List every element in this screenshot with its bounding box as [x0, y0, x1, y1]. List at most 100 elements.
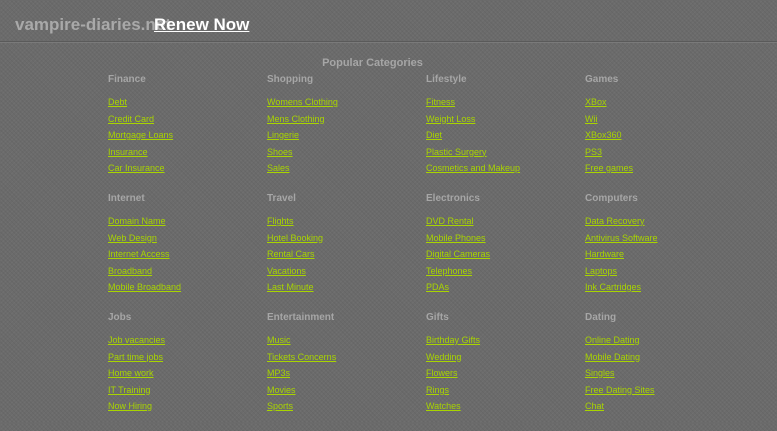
category-link[interactable]: Laptops [585, 266, 617, 276]
category-link[interactable]: Wii [585, 114, 598, 124]
category-title: Games [585, 74, 619, 85]
category-link[interactable]: Hardware [585, 249, 624, 259]
category-title: Jobs [108, 312, 132, 323]
list-item: Mortgage Loans [108, 128, 267, 145]
list-item: Sports [267, 399, 426, 416]
category-link[interactable]: Mobile Broadband [108, 282, 181, 292]
domain-name: vampire-diaries.net [15, 15, 171, 34]
category-column: Electronics DVD Rental Mobile Phones Digita… [426, 193, 585, 312]
category-link[interactable]: Free games [585, 163, 633, 173]
category-link[interactable]: MP3s [267, 368, 290, 378]
category-link[interactable]: Now Hiring [108, 401, 152, 411]
category-link[interactable]: IT Training [108, 385, 150, 395]
category-link[interactable]: Singles [585, 368, 615, 378]
category-link[interactable]: Rental Cars [267, 249, 315, 259]
category-link[interactable]: Antivirus Software [585, 233, 658, 243]
list-item: IT Training [108, 383, 267, 400]
list-item: Antivirus Software [585, 231, 744, 248]
category-link[interactable]: Data Recovery [585, 216, 645, 226]
category-link[interactable]: Lingerie [267, 130, 299, 140]
list-item: Cosmetics and Makeup [426, 161, 585, 178]
category-link[interactable]: XBox360 [585, 130, 622, 140]
category-link[interactable]: Mobile Phones [426, 233, 486, 243]
category-column: Shopping Womens Clothing Mens Clothing Ling… [267, 74, 426, 193]
category-link[interactable]: Rings [426, 385, 449, 395]
category-link[interactable]: Home work [108, 368, 154, 378]
category-link[interactable]: Shoes [267, 147, 293, 157]
category-column: Dating Online Dating Mobile Dating Singles F… [585, 312, 744, 431]
category-link[interactable]: Sports [267, 401, 293, 411]
list-item: Laptops [585, 264, 744, 281]
category-link[interactable]: Plastic Surgery [426, 147, 487, 157]
list-item: Fitness [426, 95, 585, 112]
category-link[interactable]: PDAs [426, 282, 449, 292]
category-title: Finance [108, 74, 146, 85]
list-item: Vacations [267, 264, 426, 281]
list-item: Plastic Surgery [426, 145, 585, 162]
category-link[interactable]: Car Insurance [108, 163, 165, 173]
category-link[interactable]: Music [267, 335, 291, 345]
category-title: Travel [267, 193, 296, 204]
category-link[interactable]: DVD Rental [426, 216, 474, 226]
category-link[interactable]: Debt [108, 97, 127, 107]
category-link[interactable]: Wedding [426, 352, 461, 362]
list-item: Wii [585, 112, 744, 129]
list-item: Music [267, 333, 426, 350]
list-item: Job vacancies [108, 333, 267, 350]
category-title: Entertainment [267, 312, 335, 323]
category-column: Travel Flights Hotel Booking Rental Cars Vac… [267, 193, 426, 312]
category-link[interactable]: Internet Access [108, 249, 170, 259]
category-link[interactable]: Fitness [426, 97, 455, 107]
category-link[interactable]: Flights [267, 216, 294, 226]
category-link[interactable]: Cosmetics and Makeup [426, 163, 520, 173]
category-column: Gifts Birthday Gifts Wedding Flowers Rings Wa… [426, 312, 585, 431]
category-link-list: Data Recovery Antivirus Software Hardware L… [585, 214, 744, 297]
category-link[interactable]: Web Design [108, 233, 157, 243]
category-link[interactable]: Broadband [108, 266, 152, 276]
category-link[interactable]: Mortgage Loans [108, 130, 173, 140]
category-link[interactable]: Flowers [426, 368, 458, 378]
category-title: Electronics [426, 193, 480, 204]
list-item: Mobile Phones [426, 231, 585, 248]
category-link[interactable]: Mens Clothing [267, 114, 325, 124]
category-link[interactable]: Digital Cameras [426, 249, 490, 259]
list-item: Last Minute [267, 280, 426, 297]
category-link[interactable]: Tickets Concerns [267, 352, 336, 362]
category-link[interactable]: Credit Card [108, 114, 154, 124]
list-item: Womens Clothing [267, 95, 426, 112]
category-link[interactable]: Job vacancies [108, 335, 165, 345]
category-title: Shopping [267, 74, 314, 85]
category-link[interactable]: Vacations [267, 266, 306, 276]
category-link[interactable]: Online Dating [585, 335, 640, 345]
category-link[interactable]: Insurance [108, 147, 148, 157]
category-link[interactable]: Weight Loss [426, 114, 475, 124]
category-link[interactable]: Ink Cartridges [585, 282, 641, 292]
category-link[interactable]: Birthday Gifts [426, 335, 480, 345]
list-item: Diet [426, 128, 585, 145]
category-link[interactable]: PS3 [585, 147, 602, 157]
list-item: MP3s [267, 366, 426, 383]
renew-now-link[interactable]: Renew Now [154, 15, 249, 35]
category-title: Lifestyle [426, 74, 467, 85]
category-link[interactable]: Domain Name [108, 216, 166, 226]
list-item: Home work [108, 366, 267, 383]
category-link[interactable]: Last Minute [267, 282, 314, 292]
category-link[interactable]: Part time jobs [108, 352, 163, 362]
list-item: XBox [585, 95, 744, 112]
top-bar: vampire-diaries.net Renew Now [0, 0, 777, 42]
category-column: Computers Data Recovery Antivirus Software… [585, 193, 744, 312]
category-link[interactable]: XBox [585, 97, 607, 107]
category-link[interactable]: Movies [267, 385, 296, 395]
category-link[interactable]: Womens Clothing [267, 97, 338, 107]
category-link[interactable]: Watches [426, 401, 461, 411]
category-column: Entertainment Music Tickets Concerns MP3s Mo… [267, 312, 426, 431]
category-link[interactable]: Hotel Booking [267, 233, 323, 243]
list-item: Part time jobs [108, 350, 267, 367]
category-link[interactable]: Sales [267, 163, 290, 173]
list-item: Telephones [426, 264, 585, 281]
category-link[interactable]: Chat [585, 401, 604, 411]
category-link[interactable]: Mobile Dating [585, 352, 640, 362]
category-link[interactable]: Free Dating Sites [585, 385, 655, 395]
category-link[interactable]: Telephones [426, 266, 472, 276]
category-link[interactable]: Diet [426, 130, 442, 140]
